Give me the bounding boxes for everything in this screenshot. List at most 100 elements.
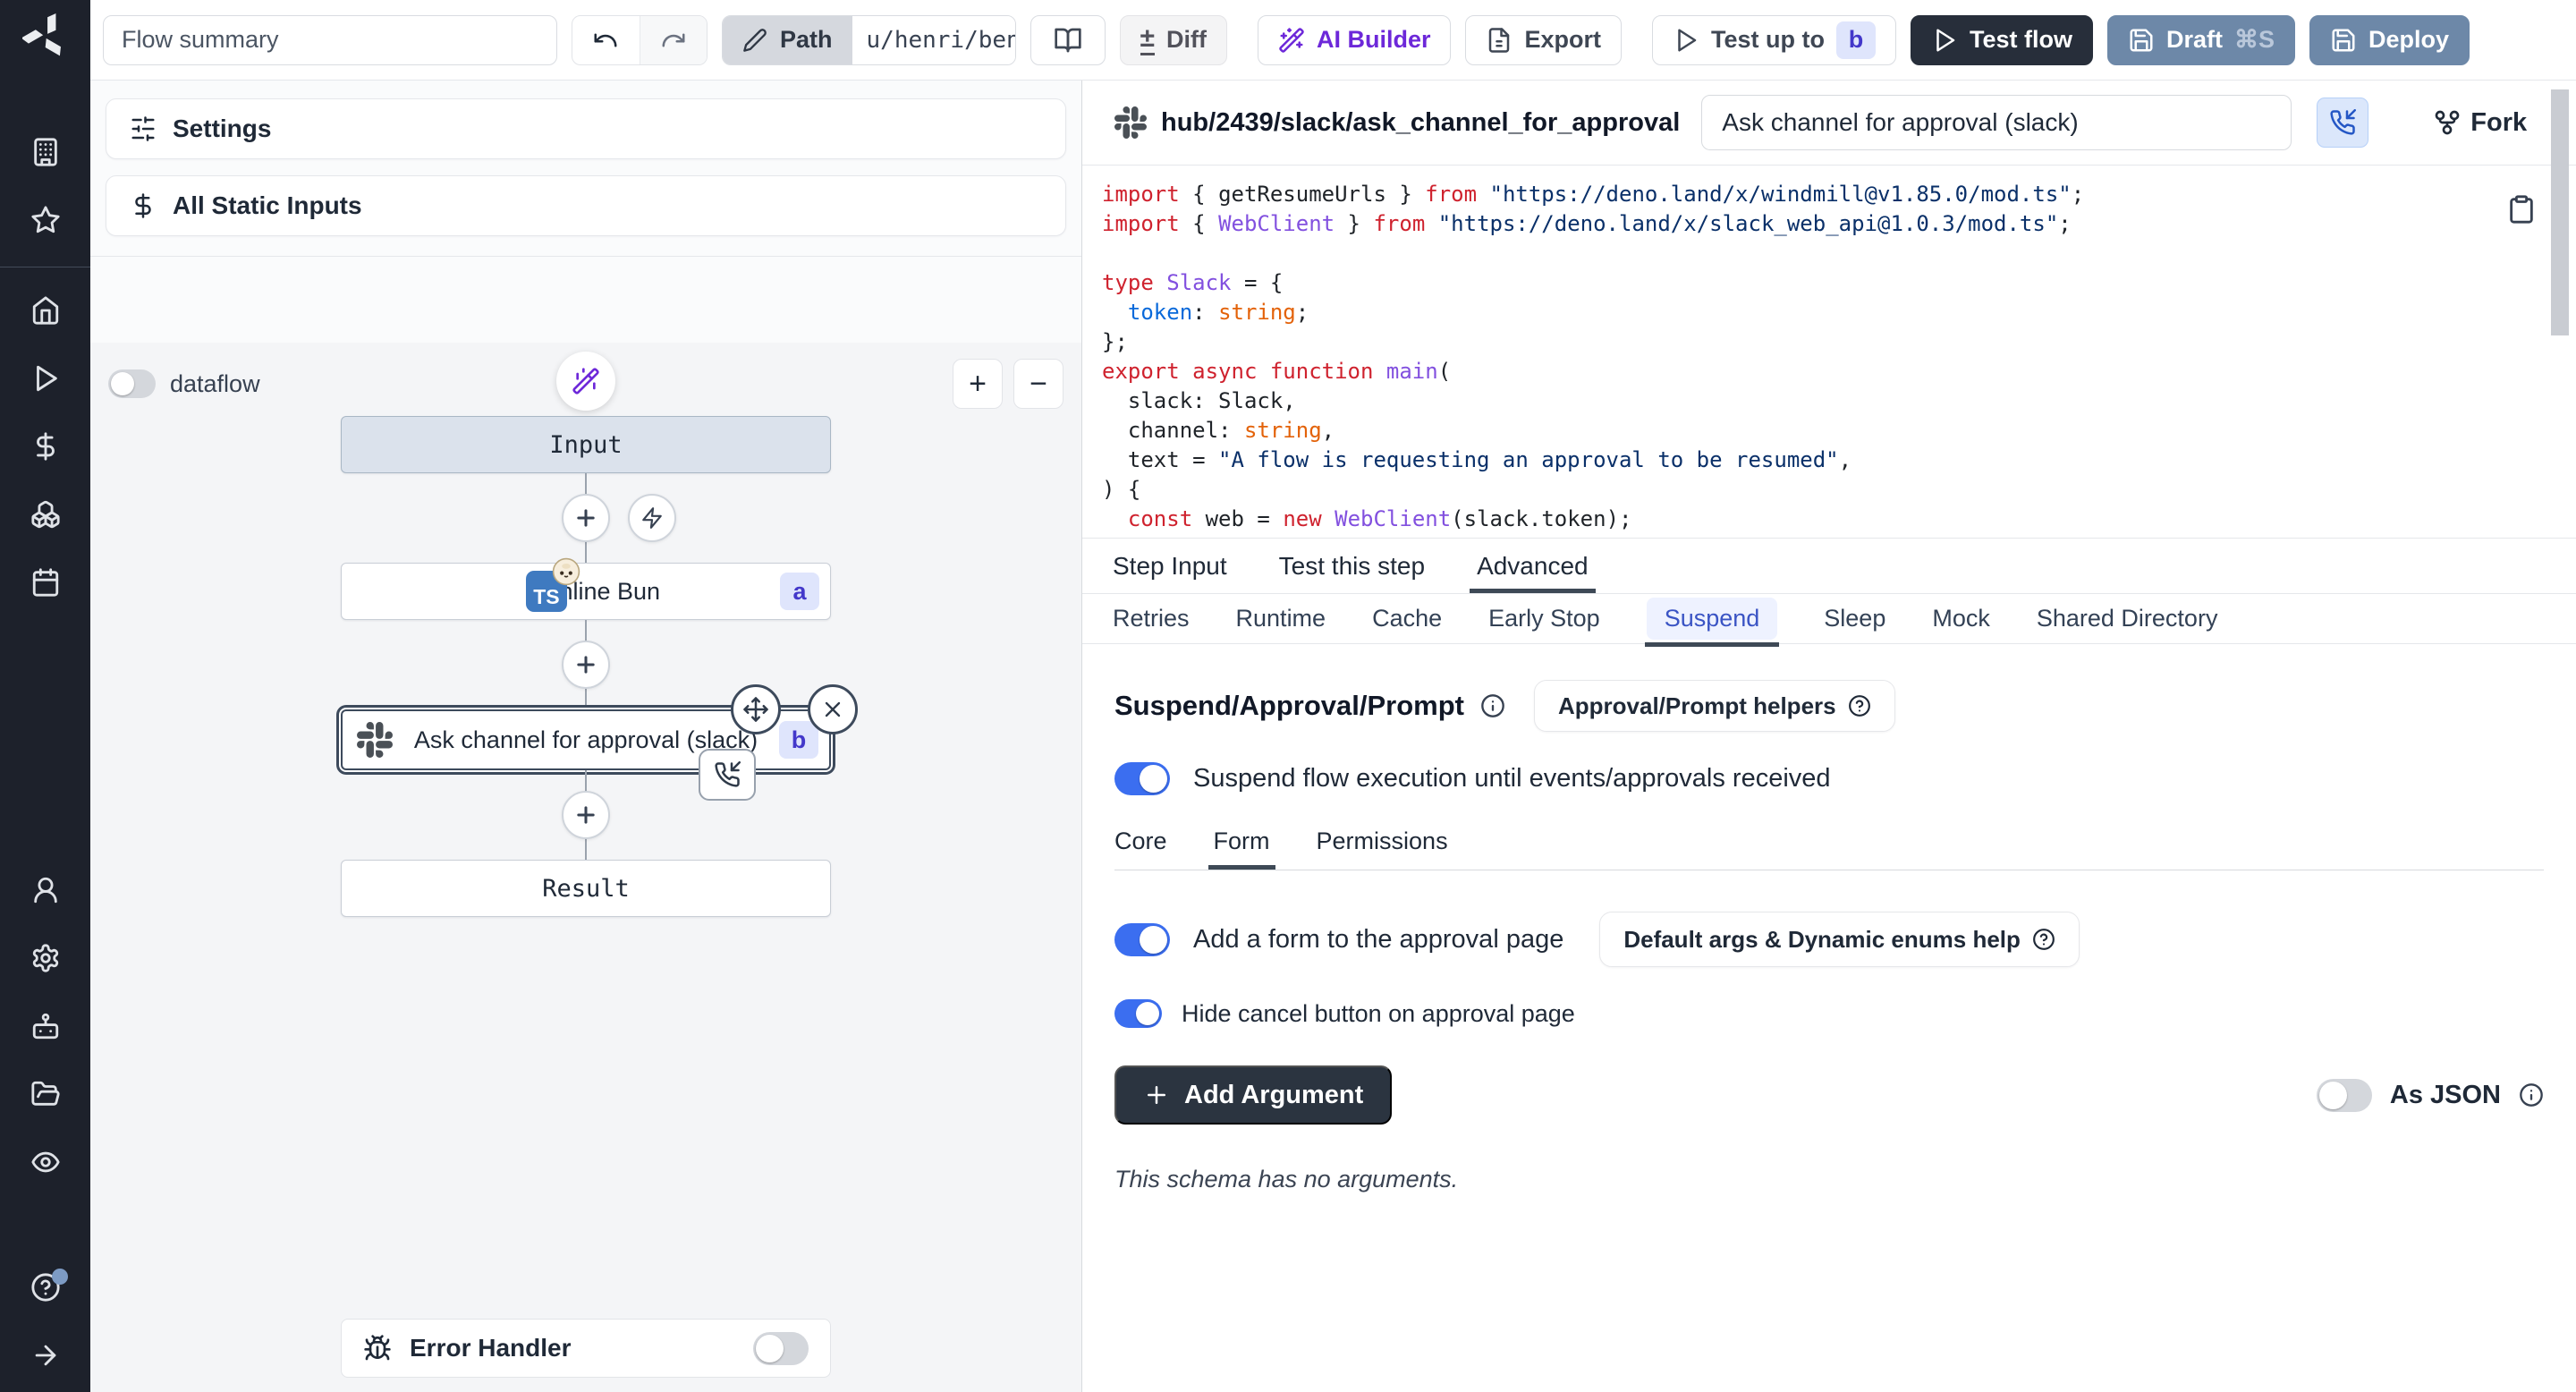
dollar-icon	[130, 192, 157, 219]
flow-connector	[585, 620, 587, 709]
tab-permissions[interactable]: Permissions	[1317, 828, 1448, 870]
zoom-out-button[interactable]: −	[1013, 359, 1063, 409]
flow-settings-button[interactable]: Settings	[106, 98, 1066, 159]
bun-icon	[552, 557, 580, 586]
redo-button[interactable]	[640, 16, 708, 64]
code-editor[interactable]: import { getResumeUrls } from "https://d…	[1082, 166, 2576, 539]
step-name-input[interactable]: Ask channel for approval (slack)	[1701, 95, 2292, 150]
keyboard-shortcut: ⌘S	[2234, 26, 2275, 54]
tab-form[interactable]: Form	[1214, 828, 1270, 870]
docs-button[interactable]	[1030, 15, 1106, 65]
help-circle-icon	[1848, 694, 1871, 717]
phone-incoming-icon	[2329, 109, 2356, 136]
subtab-mock[interactable]: Mock	[1932, 605, 1990, 632]
home-icon[interactable]	[30, 295, 61, 326]
save-icon	[2330, 27, 2357, 54]
runs-icon[interactable]	[30, 363, 61, 394]
flow-node-step-b[interactable]: Ask channel for approval (slack) b	[341, 709, 831, 770]
expand-icon[interactable]	[30, 1340, 61, 1371]
play-icon	[1673, 27, 1699, 54]
tab-core[interactable]: Core	[1114, 828, 1167, 870]
flow-node-input[interactable]: Input	[341, 416, 831, 473]
hide-cancel-toggle[interactable]	[1114, 999, 1162, 1028]
flow-node-result[interactable]: Result	[341, 860, 831, 917]
move-step-button[interactable]	[731, 684, 781, 734]
app-sidebar	[0, 0, 90, 1392]
tab-advanced[interactable]: Advanced	[1477, 539, 1589, 593]
workspace-icon[interactable]	[30, 137, 61, 167]
path-button[interactable]: Path	[723, 16, 852, 64]
hide-cancel-label: Hide cancel button on approval page	[1182, 1000, 1575, 1028]
suspend-toggle[interactable]	[1114, 762, 1170, 795]
git-fork-icon	[2433, 108, 2462, 137]
code-scrollbar[interactable]	[2551, 89, 2569, 335]
info-icon[interactable]	[2519, 1082, 2544, 1108]
logs-icon[interactable]	[30, 1147, 61, 1177]
users-icon[interactable]	[30, 875, 61, 905]
flow-summary-input[interactable]: Flow summary	[103, 15, 557, 65]
suspend-approval-indicator[interactable]	[699, 749, 756, 801]
schedules-icon[interactable]	[30, 567, 61, 598]
zoom-in-button[interactable]: +	[953, 359, 1003, 409]
flow-node-step-a[interactable]: TS Inline Bun a	[341, 563, 831, 620]
subtab-suspend[interactable]: Suspend	[1647, 598, 1778, 640]
windmill-logo-icon[interactable]	[22, 13, 69, 59]
ai-flow-button[interactable]	[556, 352, 615, 411]
deploy-button[interactable]: Deploy	[2309, 15, 2470, 65]
error-handler-toggle[interactable]	[753, 1332, 809, 1365]
plus-icon	[1143, 1082, 1170, 1108]
sliders-icon	[130, 115, 157, 142]
settings-icon[interactable]	[30, 943, 61, 973]
slack-icon	[1114, 106, 1147, 139]
approval-step-button[interactable]	[2317, 98, 2368, 148]
delete-step-button[interactable]	[808, 684, 858, 734]
help-icon[interactable]	[30, 1272, 61, 1303]
subtab-sleep[interactable]: Sleep	[1824, 605, 1885, 632]
slack-icon	[357, 722, 393, 758]
test-flow-button[interactable]: Test flow	[1911, 15, 2093, 65]
resources-icon[interactable]	[30, 499, 61, 530]
tab-test-this-step[interactable]: Test this step	[1279, 539, 1425, 593]
panel-divider	[90, 256, 1081, 257]
path-value-input[interactable]: u/henri/ben	[852, 16, 1015, 64]
bug-icon	[363, 1334, 392, 1362]
add-step-button[interactable]	[562, 791, 610, 839]
add-step-button[interactable]	[562, 641, 610, 689]
approval-helpers-button[interactable]: Approval/Prompt helpers	[1534, 680, 1895, 732]
clipboard-icon	[2506, 194, 2537, 225]
export-button[interactable]: Export	[1465, 15, 1622, 65]
as-json-toggle[interactable]	[2317, 1079, 2372, 1112]
fork-button[interactable]: Fork	[2433, 108, 2527, 138]
folders-icon[interactable]	[30, 1079, 61, 1109]
draft-button[interactable]: Draft ⌘S	[2107, 15, 2295, 65]
copy-code-button[interactable]	[2506, 194, 2537, 225]
workers-icon[interactable]	[30, 1011, 61, 1041]
file-icon	[1486, 27, 1513, 54]
dataflow-toggle[interactable]	[108, 369, 156, 398]
variables-icon[interactable]	[30, 431, 61, 462]
add-trigger-button[interactable]	[628, 494, 676, 542]
dataflow-label: dataflow	[170, 370, 260, 398]
diff-button[interactable]: ± Diff	[1120, 15, 1227, 65]
add-form-toggle[interactable]	[1114, 923, 1170, 956]
suspend-inner-tabs: Core Form Permissions	[1114, 828, 2544, 870]
hub-script-path[interactable]: hub/2439/slack/ask_channel_for_approval	[1114, 106, 1680, 139]
info-icon[interactable]	[1480, 693, 1505, 718]
subtab-early-stop[interactable]: Early Stop	[1488, 605, 1600, 632]
subtab-shared-directory[interactable]: Shared Directory	[2037, 605, 2218, 632]
step-detail-panel: hub/2439/slack/ask_channel_for_approval …	[1082, 81, 2576, 1392]
tab-step-input[interactable]: Step Input	[1113, 539, 1227, 593]
subtab-retries[interactable]: Retries	[1113, 605, 1190, 632]
ai-builder-button[interactable]: AI Builder	[1258, 15, 1452, 65]
undo-button[interactable]	[572, 16, 640, 64]
add-argument-button[interactable]: Add Argument	[1114, 1065, 1392, 1125]
subtab-cache[interactable]: Cache	[1372, 605, 1442, 632]
subtab-runtime[interactable]: Runtime	[1236, 605, 1326, 632]
test-up-to-button[interactable]: Test up to b	[1652, 15, 1896, 65]
add-step-button[interactable]	[562, 494, 610, 542]
favorites-icon[interactable]	[30, 205, 61, 235]
all-static-inputs-button[interactable]: All Static Inputs	[106, 175, 1066, 236]
error-handler-card[interactable]: Error Handler	[341, 1319, 831, 1378]
wand-icon	[1278, 27, 1305, 54]
default-args-help-button[interactable]: Default args & Dynamic enums help	[1599, 912, 2080, 967]
